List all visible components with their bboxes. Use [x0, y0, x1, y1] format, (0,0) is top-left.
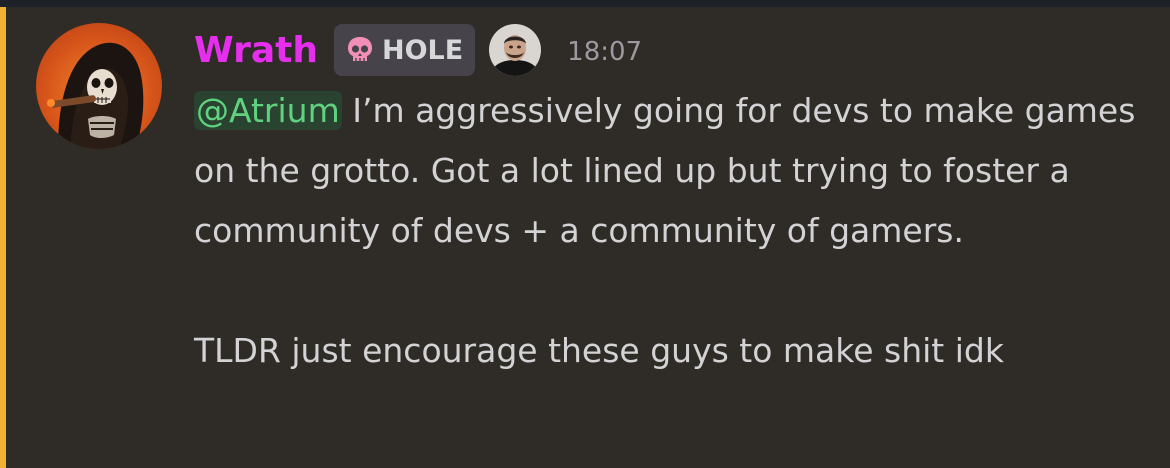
pink-skull-icon: [347, 37, 372, 61]
hooded-skull-avatar-icon: [47, 42, 144, 149]
server-tag-badge[interactable]: HOLE: [333, 24, 476, 76]
message-timestamp: 18:07: [567, 37, 643, 67]
username[interactable]: Wrath: [194, 30, 318, 71]
message-content: @Atrium I’m aggressively going for devs …: [194, 81, 1144, 381]
top-divider: [0, 0, 1170, 7]
message-header: Wrath HOLE 18:07: [194, 21, 642, 79]
message-text: I’m aggressively going for devs to make …: [194, 91, 1136, 370]
chat-message: Wrath HOLE 18:07 @Atrium I’m aggressivel…: [6, 7, 1170, 468]
user-avatar[interactable]: [36, 23, 162, 149]
user-mention[interactable]: @Atrium: [194, 91, 342, 130]
user-portrait-icon[interactable]: [489, 24, 542, 76]
server-tag-label: HOLE: [381, 34, 464, 66]
